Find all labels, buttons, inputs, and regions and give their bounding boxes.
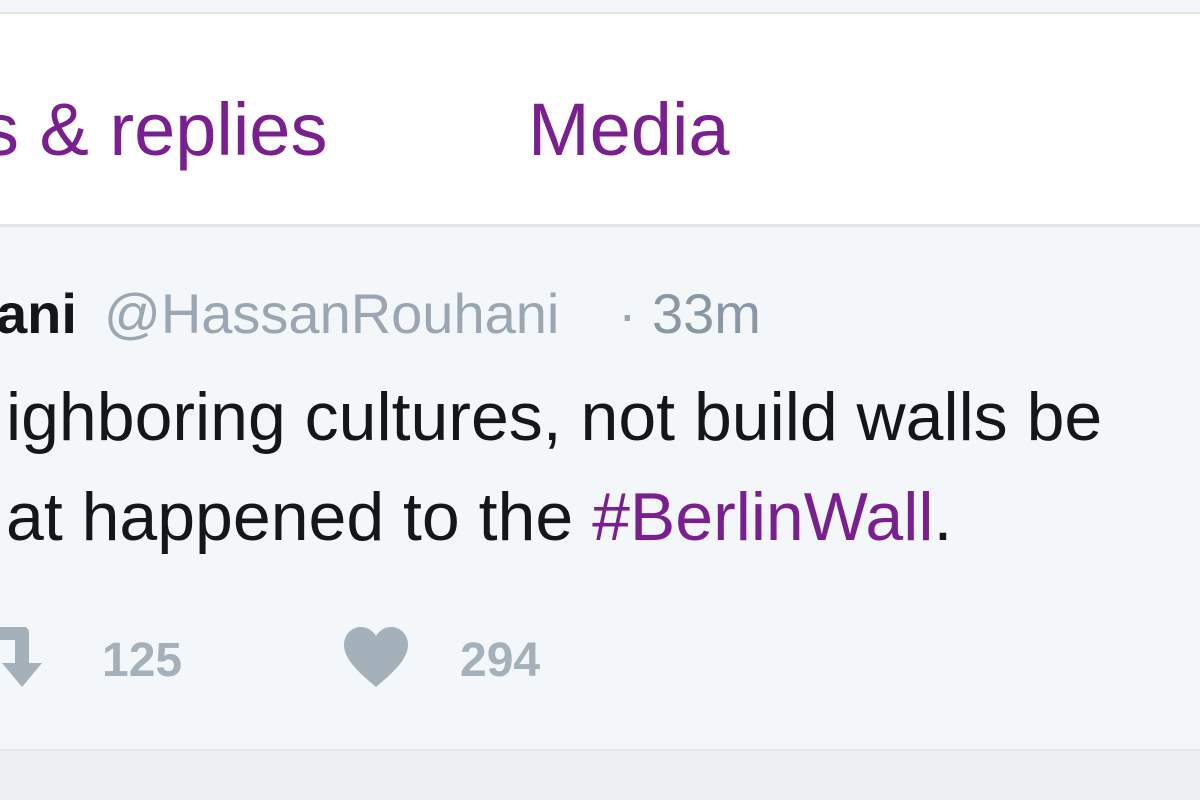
- author-name[interactable]: ani: [0, 279, 77, 349]
- retweet-icon[interactable]: [0, 627, 52, 693]
- header-separator: ·: [618, 282, 637, 345]
- tweet-text-line-2-prefix: at happened to the: [6, 479, 593, 555]
- tweet-text-line-2-suffix: .: [933, 479, 953, 555]
- profile-tab-bar: s & replies Media: [0, 14, 1200, 227]
- hashtag-link[interactable]: #BerlinWall: [592, 479, 933, 555]
- author-handle[interactable]: @HassanRouhani: [104, 279, 559, 349]
- retweet-count: 125: [102, 634, 183, 687]
- like-count: 294: [460, 634, 541, 687]
- tab-media[interactable]: Media: [528, 88, 730, 172]
- profile-timeline: s & replies Media ani @HassanRouhani · 3…: [0, 0, 1200, 800]
- timeline-bottom-gap: [0, 751, 1200, 800]
- tweet-actions: 125 294: [0, 623, 1200, 703]
- heart-icon[interactable]: [340, 625, 412, 689]
- tab-tweets-and-replies[interactable]: s & replies: [0, 88, 327, 172]
- top-divider: [0, 0, 1200, 14]
- tweet-text-line-1: ighboring cultures, not build walls be: [6, 379, 1103, 455]
- tweet-text-line-2: at happened to the #BerlinWall.: [6, 467, 952, 567]
- tweet-timestamp[interactable]: 33m: [652, 279, 761, 349]
- tweet-card[interactable]: ani @HassanRouhani · 33m ighboring cultu…: [0, 227, 1200, 751]
